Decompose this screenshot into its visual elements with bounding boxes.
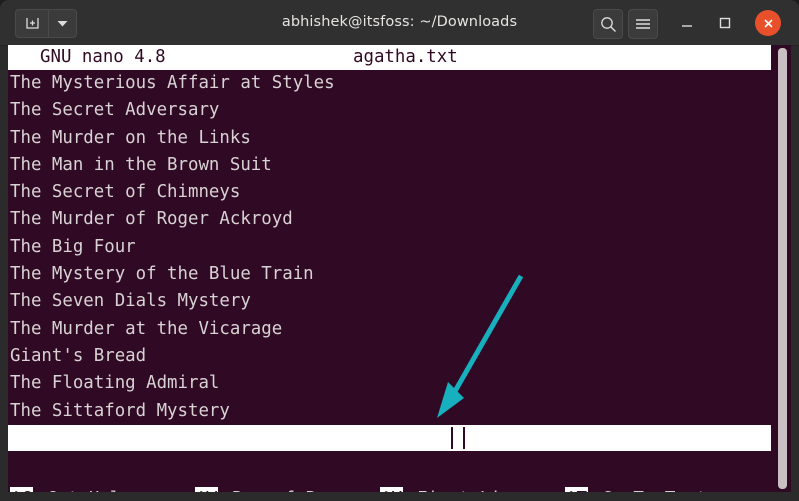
nano-text-body[interactable]: The Mysterious Affair at Styles The Secr… — [8, 70, 771, 425]
close-button[interactable] — [755, 10, 781, 36]
shortcut-label-beg-of-par[interactable]: Beg of Par — [232, 486, 337, 492]
text-line: The Secret of Chimneys — [10, 182, 241, 203]
shortcut-label-go-to-text[interactable]: Go To Text — [602, 486, 707, 492]
text-line: The Big Four — [10, 236, 136, 257]
window-titlebar[interactable]: abhishek@itsfoss: ~/Downloads — [0, 0, 799, 46]
shortcut-label-get-help[interactable]: Get Help — [47, 486, 131, 492]
nano-filename-label: agatha.txt — [353, 47, 458, 67]
text-line: The Sittaford Mystery — [10, 400, 230, 421]
shortcut-key-first-line[interactable]: ^Y — [380, 487, 403, 492]
text-line: The Murder at the Vicarage — [10, 318, 283, 339]
chevron-down-icon — [57, 21, 68, 27]
shortcut-key-get-help[interactable]: ^G — [10, 487, 33, 492]
text-line: The Murder on the Links — [10, 127, 251, 148]
nano-prompt-bar[interactable]: Enter line number, column number: — [8, 424, 771, 474]
terminal-window: abhishek@itsfoss: ~/Downloads GNU nano 4… — [0, 0, 799, 501]
search-button[interactable] — [593, 9, 623, 39]
nano-version-label: GNU nano 4.8 — [40, 47, 166, 67]
text-line: The Mystery of the Blue Train — [10, 264, 314, 285]
menu-button[interactable] — [628, 9, 658, 39]
text-cursor — [451, 426, 465, 449]
maximize-icon — [719, 17, 731, 29]
shortcut-row: ^G Get Help ^W Beg of Par ^Y First Line … — [8, 486, 771, 492]
terminal-scrollbar[interactable] — [778, 48, 787, 489]
text-line: The Man in the Brown Suit — [10, 154, 272, 175]
nano-title-bar: GNU nano 4.8 agatha.txt — [8, 45, 771, 70]
hamburger-menu-icon — [636, 19, 650, 29]
new-tab-button[interactable] — [15, 9, 49, 38]
text-line: The Murder of Roger Ackroyd — [10, 209, 293, 230]
close-icon — [763, 18, 773, 28]
nano-shortcut-footer: ^G Get Help ^W Beg of Par ^Y First Line … — [8, 486, 771, 492]
shortcut-label-first-line[interactable]: First Line — [417, 486, 522, 492]
text-line: The Floating Admiral — [10, 373, 220, 394]
minimize-button[interactable] — [673, 9, 701, 37]
text-line: Giant's Bread — [10, 345, 147, 366]
nano-editor[interactable]: GNU nano 4.8 agatha.txt The Mysterious A… — [8, 45, 771, 492]
maximize-button[interactable] — [711, 9, 739, 37]
shortcut-key-beg-of-par[interactable]: ^W — [195, 487, 218, 492]
text-line: The Mysterious Affair at Styles — [10, 73, 335, 93]
tab-dropdown-button[interactable] — [48, 9, 77, 38]
text-line: The Seven Dials Mystery — [10, 291, 251, 312]
minimize-icon — [682, 25, 692, 27]
new-tab-icon — [26, 18, 39, 29]
shortcut-key-go-to-text[interactable]: ^T — [565, 487, 588, 492]
text-line: The Secret Adversary — [10, 100, 220, 121]
terminal-content[interactable]: GNU nano 4.8 agatha.txt The Mysterious A… — [8, 45, 791, 492]
prompt-label: Enter line number, column number: — [93, 453, 440, 474]
search-icon — [600, 16, 616, 32]
